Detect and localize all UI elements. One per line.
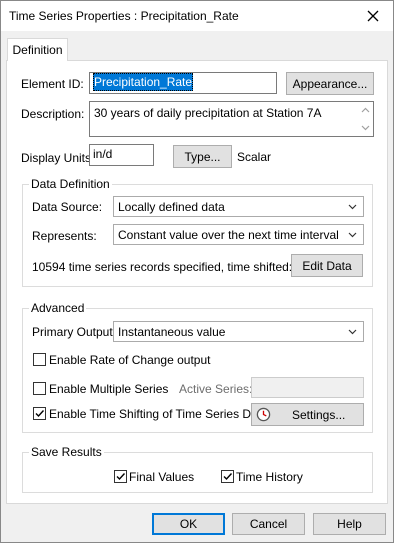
tab-definition-label: Definition (12, 43, 63, 57)
type-button-label: Type... (184, 149, 221, 164)
primary-output-label: Primary Output: (32, 325, 117, 339)
rate-of-change-label: Enable Rate of Change output (49, 353, 211, 367)
type-button[interactable]: Type... (173, 145, 232, 168)
checkmark-icon (116, 473, 126, 481)
primary-output-select[interactable]: Instantaneous value (113, 321, 364, 342)
time-shifting-checkbox[interactable] (33, 407, 46, 420)
description-label: Description: (21, 107, 85, 121)
element-id-field[interactable]: Precipitation_Rate (89, 72, 277, 94)
checkmark-icon (35, 410, 45, 418)
scroll-up-icon[interactable] (361, 107, 370, 113)
help-button[interactable]: Help (313, 513, 386, 535)
chevron-down-icon (348, 329, 357, 335)
chevron-down-icon (348, 204, 357, 210)
ok-button-label: OK (179, 517, 198, 531)
description-scrollbar[interactable] (357, 102, 373, 136)
clock-icon (256, 407, 271, 422)
advanced-title: Advanced (29, 301, 87, 315)
represents-label: Represents: (32, 229, 97, 243)
window-title: Time Series Properties : Precipitation_R… (9, 9, 239, 23)
description-value: 30 years of daily precipitation at Stati… (94, 106, 322, 120)
display-units-label: Display Units: (21, 151, 95, 165)
multiple-series-label: Enable Multiple Series (49, 382, 169, 396)
active-series-field (251, 377, 364, 398)
save-results-title: Save Results (29, 445, 104, 459)
final-values-label: Final Values (129, 470, 195, 484)
tab-definition[interactable]: Definition (7, 38, 68, 61)
time-history-checkbox[interactable] (221, 470, 234, 483)
scroll-down-icon[interactable] (361, 125, 370, 131)
display-units-field[interactable]: in/d (89, 144, 154, 166)
time-shifting-label: Enable Time Shifting of Time Series Data (49, 407, 268, 421)
element-id-value: Precipitation_Rate (93, 73, 194, 91)
active-series-label: Active Series: (179, 382, 253, 396)
help-button-label: Help (337, 517, 362, 531)
cancel-button-label: Cancel (249, 517, 288, 531)
represents-select[interactable]: Constant value over the next time interv… (113, 224, 364, 245)
multiple-series-checkbox[interactable] (33, 382, 46, 395)
type-value: Scalar (237, 150, 272, 164)
data-source-value: Locally defined data (118, 200, 225, 214)
data-source-select[interactable]: Locally defined data (113, 196, 364, 217)
appearance-button[interactable]: Appearance... (286, 72, 374, 95)
settings-button-label: Settings... (292, 407, 346, 422)
appearance-button-label: Appearance... (292, 76, 368, 91)
chevron-down-icon (348, 232, 357, 238)
primary-output-value: Instantaneous value (118, 325, 226, 339)
ok-button[interactable]: OK (152, 513, 225, 535)
cancel-button[interactable]: Cancel (232, 513, 305, 535)
display-units-value: in/d (93, 147, 113, 161)
settings-button[interactable]: Settings... (251, 403, 364, 426)
edit-data-button[interactable]: Edit Data (291, 254, 363, 277)
data-definition-title: Data Definition (29, 177, 112, 191)
element-id-label: Element ID: (21, 77, 84, 91)
records-text: 10594 time series records specified, tim… (32, 260, 293, 274)
close-icon (367, 10, 379, 22)
final-values-checkbox[interactable] (114, 470, 127, 483)
data-source-label: Data Source: (32, 200, 103, 214)
rate-of-change-checkbox[interactable] (33, 353, 46, 366)
title-bar[interactable]: Time Series Properties : Precipitation_R… (1, 1, 393, 31)
edit-data-button-label: Edit Data (302, 258, 352, 273)
checkmark-icon (223, 473, 233, 481)
close-button[interactable] (353, 1, 393, 31)
represents-value: Constant value over the next time interv… (118, 228, 339, 242)
description-field[interactable]: 30 years of daily precipitation at Stati… (89, 101, 374, 137)
time-history-label: Time History (236, 470, 303, 484)
dialog-window: Time Series Properties : Precipitation_R… (0, 0, 394, 543)
